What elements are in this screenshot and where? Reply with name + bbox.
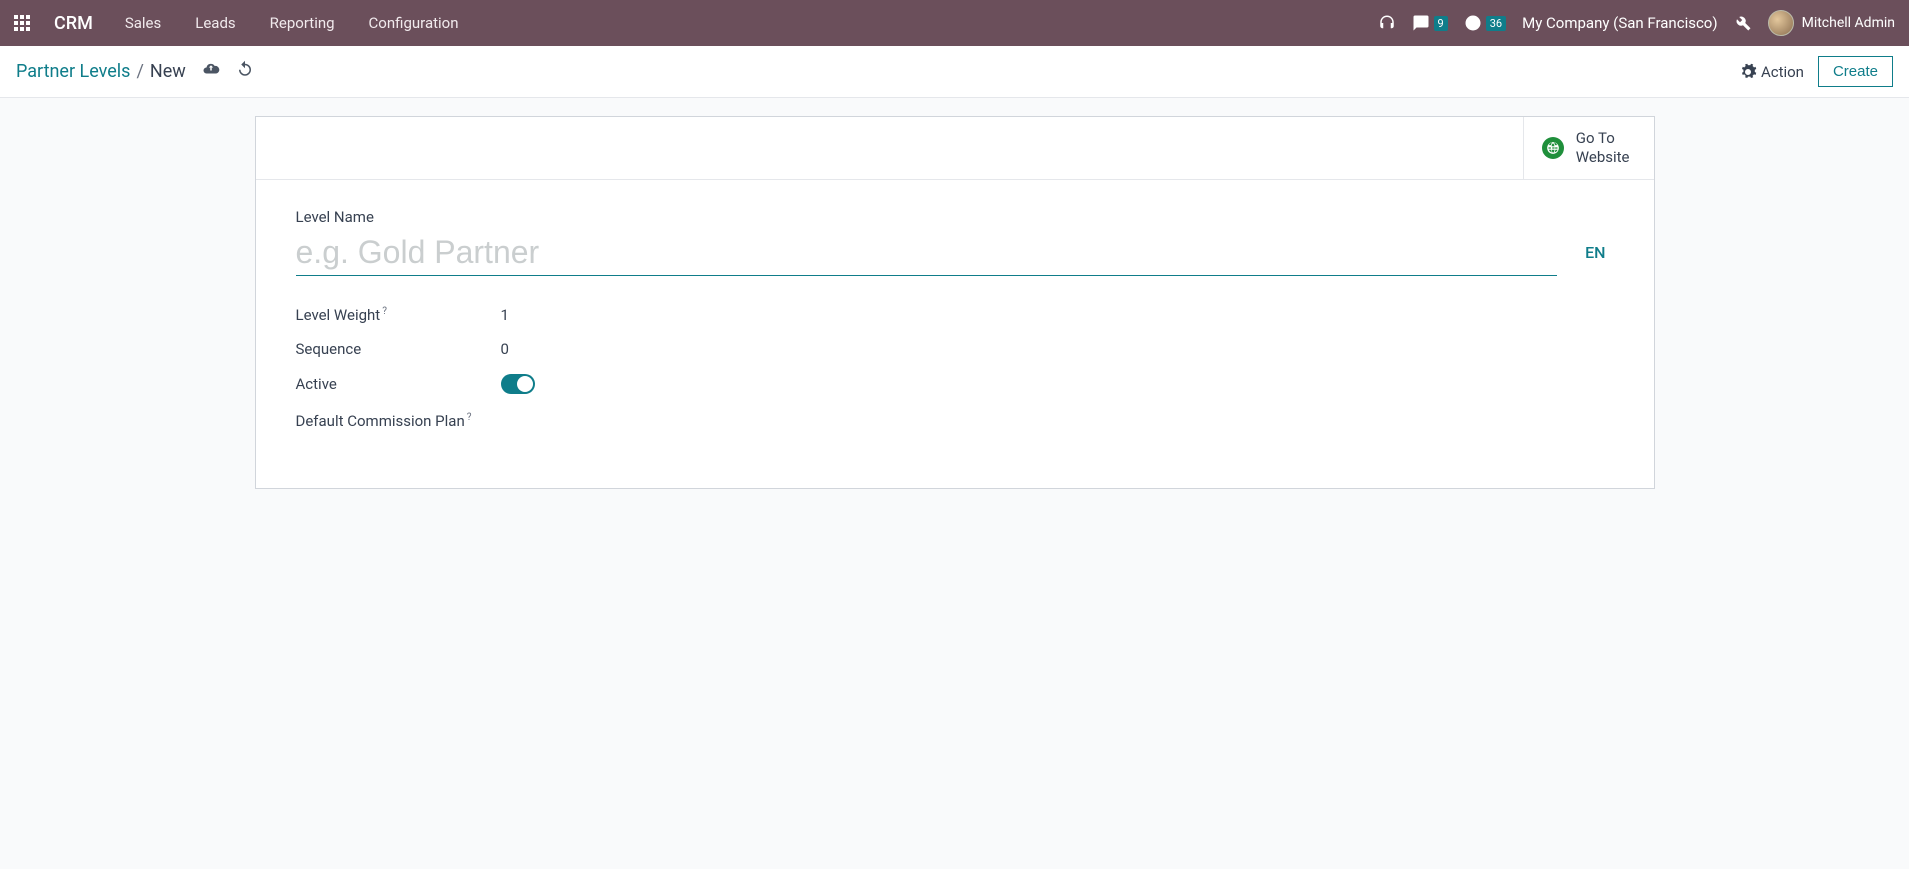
nav-configuration[interactable]: Configuration <box>361 8 467 38</box>
action-label: Action <box>1761 63 1804 81</box>
goto-line2: Website <box>1576 148 1630 167</box>
create-button[interactable]: Create <box>1818 56 1893 87</box>
level-weight-label: Level Weight? <box>296 306 501 324</box>
topnav-left: CRM Sales Leads Reporting Configuration <box>14 8 467 38</box>
breadcrumb-sep: / <box>136 61 143 82</box>
active-toggle[interactable] <box>501 374 535 394</box>
avatar-icon <box>1768 10 1794 36</box>
goto-website-button[interactable]: Go To Website <box>1523 117 1654 179</box>
user-name: Mitchell Admin <box>1802 15 1895 31</box>
goto-website-text: Go To Website <box>1576 129 1630 167</box>
level-weight-value[interactable]: 1 <box>501 306 509 324</box>
sheet-top: Go To Website <box>256 117 1654 180</box>
sequence-value[interactable]: 0 <box>501 340 509 358</box>
sequence-row: Sequence 0 <box>296 332 816 366</box>
controlbar-right: Action Create <box>1739 56 1893 87</box>
control-bar: Partner Levels / New Action Create <box>0 46 1909 98</box>
level-weight-row: Level Weight? 1 <box>296 298 816 332</box>
activities-button[interactable]: 36 <box>1464 14 1506 32</box>
help-icon[interactable]: ? <box>382 306 387 317</box>
breadcrumb-root[interactable]: Partner Levels <box>16 61 130 82</box>
top-navbar: CRM Sales Leads Reporting Configuration … <box>0 0 1909 46</box>
topnav-right: 9 36 My Company (San Francisco) Mitchell… <box>1378 10 1895 36</box>
support-icon[interactable] <box>1378 14 1396 32</box>
breadcrumb: Partner Levels / New <box>16 60 254 83</box>
messages-badge: 9 <box>1434 16 1448 31</box>
help-icon[interactable]: ? <box>467 412 472 423</box>
messages-button[interactable]: 9 <box>1412 14 1448 32</box>
breadcrumb-current: New <box>150 61 186 82</box>
language-button[interactable]: EN <box>1585 243 1605 262</box>
active-label: Active <box>296 375 501 393</box>
action-button[interactable]: Action <box>1739 63 1804 81</box>
discard-icon[interactable] <box>236 60 254 83</box>
nav-sales[interactable]: Sales <box>117 8 169 38</box>
cloud-save-icon[interactable] <box>202 60 220 83</box>
level-name-input[interactable] <box>296 230 1558 276</box>
activities-badge: 36 <box>1486 16 1506 31</box>
company-switcher[interactable]: My Company (San Francisco) <box>1522 14 1717 32</box>
commission-row: Default Commission Plan? <box>296 402 816 441</box>
nav-leads[interactable]: Leads <box>187 8 243 38</box>
debug-tools-icon[interactable] <box>1734 14 1752 32</box>
level-name-row: EN <box>296 230 1614 276</box>
form-sheet: Go To Website Level Name EN Level Weight… <box>255 116 1655 489</box>
sequence-label: Sequence <box>296 340 501 358</box>
level-name-group: Level Name EN <box>296 208 1614 276</box>
sheet-body: Level Name EN Level Weight? 1 Sequence 0 <box>256 180 1654 489</box>
props-table: Level Weight? 1 Sequence 0 Active Def <box>296 298 816 441</box>
active-toggle-cell <box>501 374 535 394</box>
user-menu[interactable]: Mitchell Admin <box>1768 10 1895 36</box>
nav-reporting[interactable]: Reporting <box>262 8 343 38</box>
goto-line1: Go To <box>1576 129 1630 148</box>
active-row: Active <box>296 366 816 402</box>
commission-label: Default Commission Plan? <box>296 410 501 433</box>
sheet-wrap: Go To Website Level Name EN Level Weight… <box>0 98 1909 507</box>
level-name-label: Level Name <box>296 208 1614 226</box>
apps-grid-icon[interactable] <box>14 15 30 31</box>
globe-icon <box>1542 137 1564 159</box>
app-title[interactable]: CRM <box>54 13 93 34</box>
